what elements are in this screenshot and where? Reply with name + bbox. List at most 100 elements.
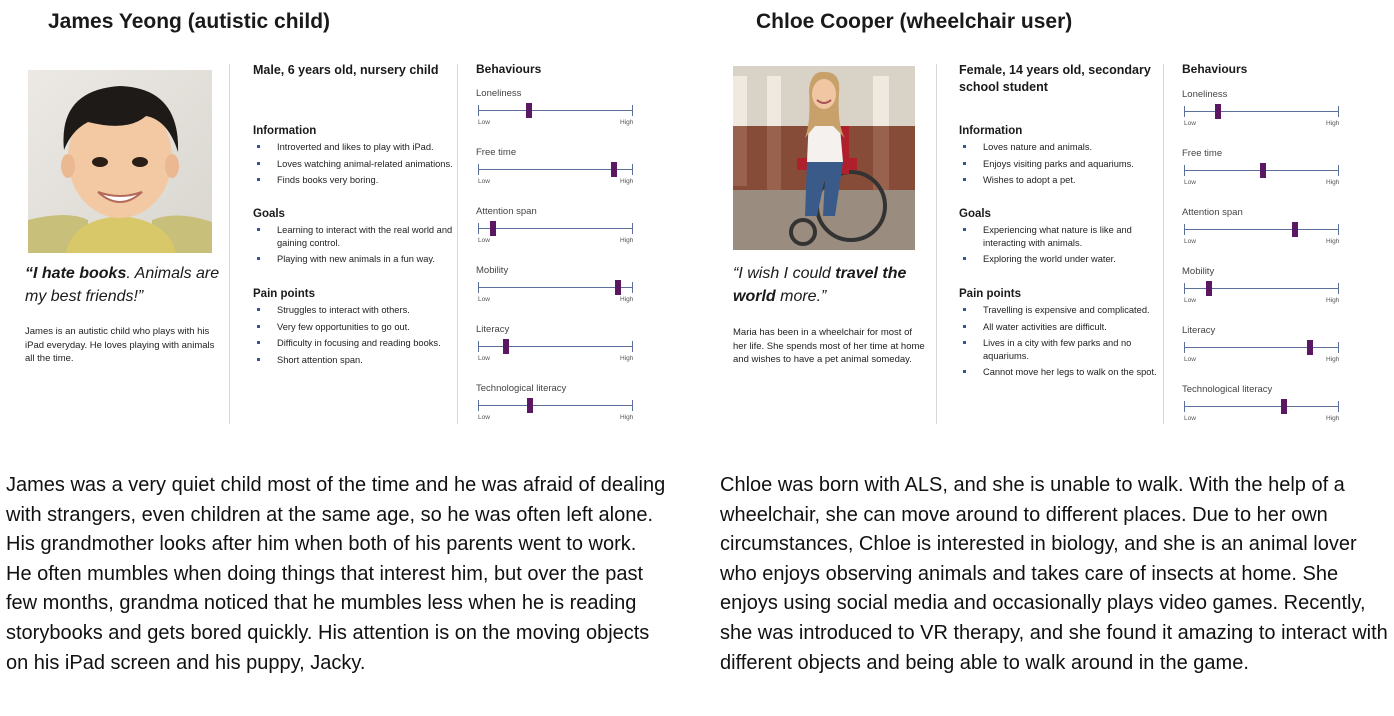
behaviour-scale: Attention span Low High <box>476 206 636 256</box>
column-divider <box>936 64 937 424</box>
persona-photo-boy <box>28 70 212 253</box>
scale-tick <box>632 282 633 293</box>
list-item: Loves nature and animals. <box>959 141 1159 154</box>
list-item: Short attention span. <box>253 354 453 367</box>
scale-label: Technological literacy <box>1182 384 1273 395</box>
scale-label: Attention span <box>476 206 537 217</box>
scale-low-label: Low <box>1184 297 1196 304</box>
scale-low-label: Low <box>1184 356 1196 363</box>
quote-post: more.” <box>775 288 827 305</box>
level-marker <box>1259 163 1266 178</box>
scale-track <box>1184 111 1338 112</box>
scale-label: Loneliness <box>1182 89 1228 100</box>
demographics: Male, 6 years old, nursery child <box>253 63 439 77</box>
persona-photo-wheelchair-girl <box>733 66 915 250</box>
scale-tick <box>1184 401 1185 412</box>
scale-tick <box>632 341 633 352</box>
section-heading: Information <box>253 125 317 137</box>
goals-section: Goals Learning to interact with the real… <box>253 208 453 270</box>
behaviour-scale: Free time Low High <box>1182 148 1342 198</box>
level-marker <box>1307 340 1314 355</box>
behaviour-scale: Technological literacy Low High <box>1182 384 1342 434</box>
behaviour-scale: Free time Low High <box>476 147 636 197</box>
goals-section: Goals Experiencing what nature is like a… <box>959 208 1159 270</box>
pain-points-section: Pain points Struggles to interact with o… <box>253 288 453 370</box>
scale-high-label: High <box>1326 297 1340 304</box>
demographics: Female, 14 years old, secondary school s… <box>959 63 1151 94</box>
scale-tick <box>632 164 633 175</box>
behaviours-heading: Behaviours <box>476 62 542 76</box>
list-item: Enjoys visiting parks and aquariums. <box>959 158 1159 171</box>
behaviours-column: Behaviours Loneliness Low High Free time… <box>1182 62 1352 422</box>
scale-tick <box>478 341 479 352</box>
section-heading: Information <box>959 125 1023 137</box>
list-item: Wishes to adopt a pet. <box>959 174 1159 187</box>
list-item: Finds books very boring. <box>253 174 453 187</box>
scale-low-label: Low <box>1184 415 1196 422</box>
scale-tick <box>1338 224 1339 235</box>
scale-low-label: Low <box>1184 238 1196 245</box>
persona-card-james: James Yeong (autistic child) “I hate boo… <box>0 0 660 440</box>
scale-tick <box>632 223 633 234</box>
scale-label: Loneliness <box>476 88 522 99</box>
list-item: All water activities are difficult. <box>959 321 1159 334</box>
persona-story-chloe: Chloe was born with ALS, and she is unab… <box>720 474 1388 674</box>
scale-tick <box>478 164 479 175</box>
level-marker <box>527 398 534 413</box>
list-item: Loves watching animal-related animations… <box>253 158 453 171</box>
scale-low-label: Low <box>478 178 490 185</box>
scale-low-label: Low <box>478 296 490 303</box>
level-marker <box>1291 222 1298 237</box>
list-item: Playing with new animals in a fun way. <box>253 253 453 266</box>
behaviour-scale: Mobility Low High <box>476 265 636 315</box>
scale-label: Free time <box>1182 148 1223 159</box>
scale-tick <box>1184 342 1185 353</box>
persona-story-james: James was a very quiet child most of the… <box>6 474 666 674</box>
section-heading: Pain points <box>253 288 315 300</box>
scale-high-label: High <box>620 355 634 362</box>
scale-track <box>478 346 632 347</box>
scale-label: Literacy <box>1182 325 1216 336</box>
column-divider <box>229 64 230 424</box>
level-marker <box>502 339 509 354</box>
list-item: Cannot move her legs to walk on the spot… <box>959 366 1159 379</box>
level-marker <box>1205 281 1212 296</box>
persona-description: Maria has been in a wheelchair for most … <box>733 327 925 365</box>
scale-tick <box>1184 283 1185 294</box>
scale-tick <box>478 400 479 411</box>
quote-bold: “I hate books <box>25 265 127 282</box>
behaviour-scale: Mobility Low High <box>1182 266 1342 316</box>
scale-low-label: Low <box>478 355 490 362</box>
scale-low-label: Low <box>1184 120 1196 127</box>
information-section: Information Loves nature and animals. En… <box>959 125 1159 191</box>
behaviours-column: Behaviours Loneliness Low High Free time… <box>476 62 646 421</box>
list-item: Introverted and likes to play with iPad. <box>253 141 453 154</box>
level-marker <box>615 280 622 295</box>
behaviour-scale: Attention span Low High <box>1182 207 1342 257</box>
behaviour-scale: Technological literacy Low High <box>476 383 636 433</box>
list-item: Struggles to interact with others. <box>253 304 453 317</box>
scale-high-label: High <box>1326 415 1340 422</box>
scale-low-label: Low <box>478 414 490 421</box>
information-section: Information Introverted and likes to pla… <box>253 125 453 191</box>
scale-track <box>478 228 632 229</box>
persona-quote: “I hate books. Animals are my best frien… <box>25 262 225 308</box>
scale-label: Technological literacy <box>476 383 567 394</box>
scale-label: Mobility <box>1182 266 1215 277</box>
persona-info-column: Male, 6 years old, nursery child Informa… <box>253 62 453 365</box>
column-divider <box>1163 64 1164 424</box>
persona-quote: “I wish I could travel the world more.” <box>733 262 933 308</box>
section-heading: Pain points <box>959 288 1021 300</box>
persona-info-column: Female, 14 years old, secondary school s… <box>959 62 1159 377</box>
scale-high-label: High <box>1326 120 1340 127</box>
scale-tick <box>1184 224 1185 235</box>
scale-high-label: High <box>1326 238 1340 245</box>
scale-tick <box>478 105 479 116</box>
scale-high-label: High <box>620 414 634 421</box>
list-item: Very few opportunities to go out. <box>253 321 453 334</box>
scale-label: Attention span <box>1182 207 1243 218</box>
list-item: Exploring the world under water. <box>959 253 1159 266</box>
list-item: Difficulty in focusing and reading books… <box>253 337 453 350</box>
scale-tick <box>632 105 633 116</box>
scale-tick <box>632 400 633 411</box>
